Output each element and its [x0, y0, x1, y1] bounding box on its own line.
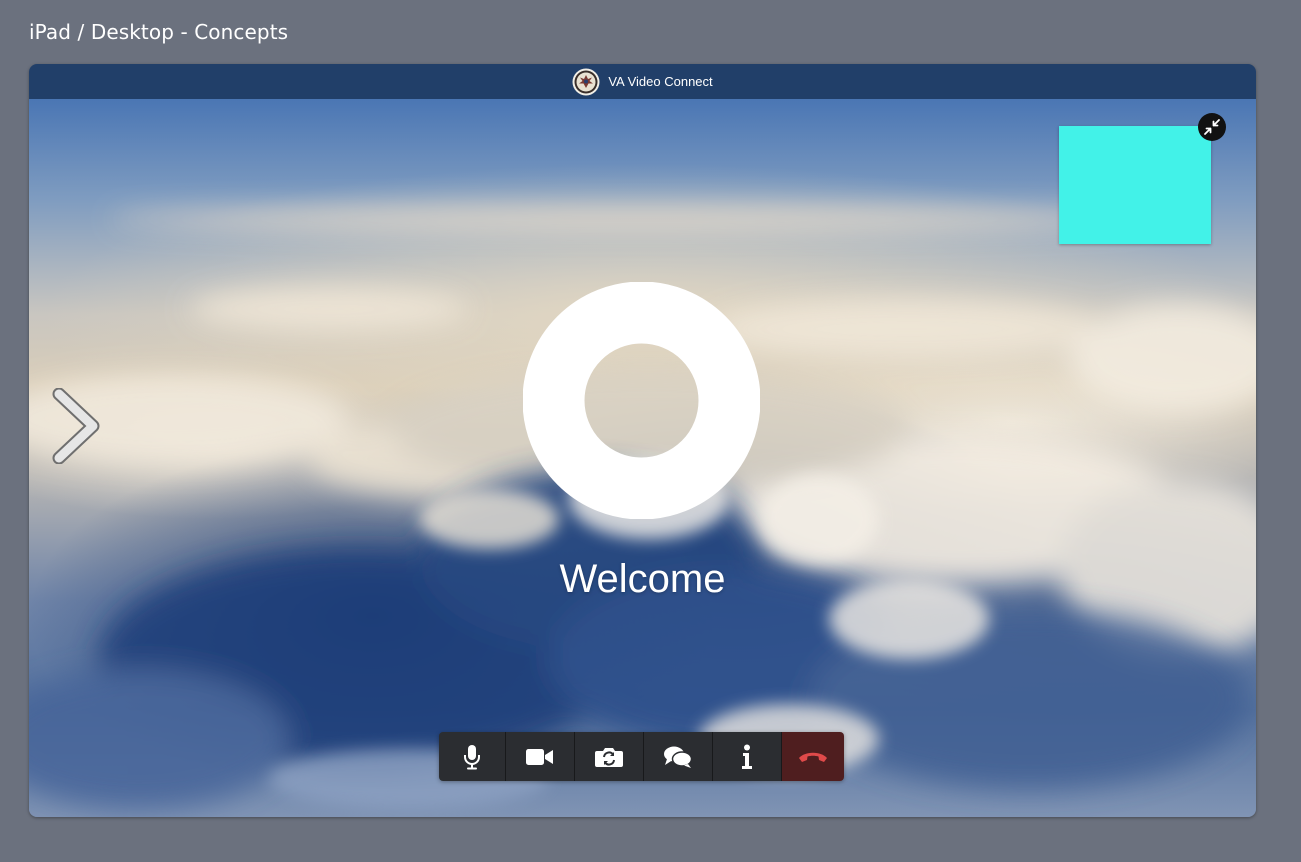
call-controls-toolbar [439, 732, 844, 781]
microphone-icon [464, 744, 480, 769]
video-call-window: VA Video Connect Welcome [29, 64, 1256, 817]
chat-button[interactable] [644, 732, 713, 781]
self-view-video[interactable] [1059, 126, 1211, 244]
switch-camera-button[interactable] [575, 732, 644, 781]
window-titlebar: VA Video Connect [29, 64, 1256, 99]
page-title: iPad / Desktop - Concepts [29, 20, 289, 44]
microphone-button[interactable] [439, 732, 506, 781]
hang-up-button[interactable] [782, 732, 844, 781]
info-button[interactable] [713, 732, 782, 781]
camera-button[interactable] [506, 732, 575, 781]
minimize-button[interactable] [1198, 113, 1226, 141]
minimize-icon [1204, 119, 1220, 135]
ring-icon [523, 282, 760, 519]
va-seal-icon [572, 68, 600, 95]
welcome-text: Welcome [559, 557, 726, 601]
chevron-right-icon[interactable] [49, 388, 101, 464]
camera-switch-icon [595, 747, 623, 767]
titlebar-brand: VA Video Connect [572, 68, 713, 96]
info-icon [742, 744, 752, 769]
chat-bubbles-icon [664, 746, 693, 768]
phone-hangup-icon [799, 752, 827, 762]
video-stage: Welcome [29, 99, 1256, 817]
video-camera-icon [526, 748, 553, 765]
app-name: VA Video Connect [608, 74, 713, 89]
